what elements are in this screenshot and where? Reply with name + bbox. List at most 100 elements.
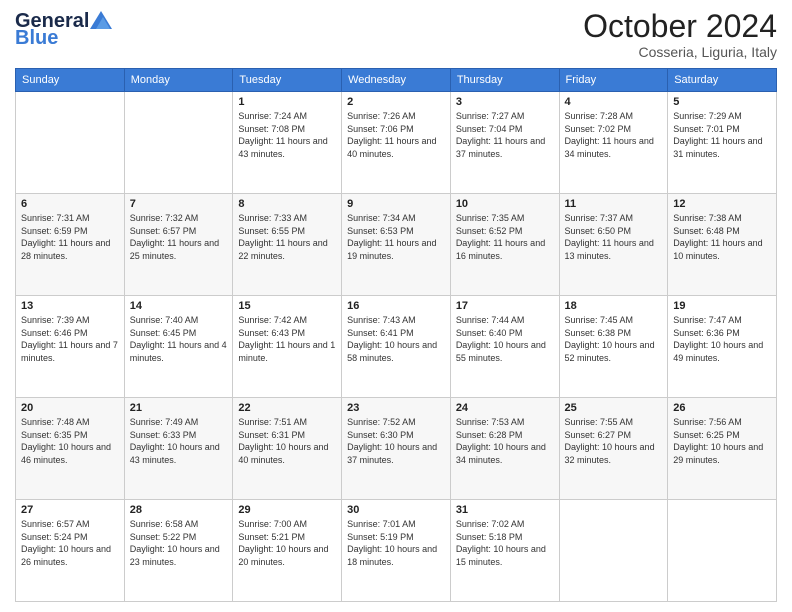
day-number: 8 [238,198,336,210]
day-number: 1 [238,96,336,108]
day-number: 9 [347,198,445,210]
title-block: October 2024 Cosseria, Liguria, Italy [583,10,777,60]
calendar-cell: 25 Sunrise: 7:55 AM Sunset: 6:27 PM Dayli… [559,398,668,500]
calendar-cell: 13 Sunrise: 7:39 AM Sunset: 6:46 PM Dayli… [16,296,125,398]
day-info: Sunrise: 7:48 AM Sunset: 6:35 PM Dayligh… [21,416,119,466]
day-number: 29 [238,504,336,516]
day-number: 27 [21,504,119,516]
calendar-cell: 27 Sunrise: 6:57 AM Sunset: 5:24 PM Dayli… [16,500,125,602]
day-info: Sunrise: 7:39 AM Sunset: 6:46 PM Dayligh… [21,314,119,364]
day-info: Sunrise: 7:56 AM Sunset: 6:25 PM Dayligh… [673,416,771,466]
calendar-cell: 18 Sunrise: 7:45 AM Sunset: 6:38 PM Dayli… [559,296,668,398]
calendar-cell: 29 Sunrise: 7:00 AM Sunset: 5:21 PM Dayli… [233,500,342,602]
day-number: 16 [347,300,445,312]
day-number: 30 [347,504,445,516]
calendar-week-4: 27 Sunrise: 6:57 AM Sunset: 5:24 PM Dayli… [16,500,777,602]
day-number: 12 [673,198,771,210]
calendar-cell: 10 Sunrise: 7:35 AM Sunset: 6:52 PM Dayli… [450,194,559,296]
calendar-cell: 9 Sunrise: 7:34 AM Sunset: 6:53 PM Daylig… [342,194,451,296]
calendar-cell: 14 Sunrise: 7:40 AM Sunset: 6:45 PM Dayli… [124,296,233,398]
day-number: 2 [347,96,445,108]
calendar-cell [668,500,777,602]
calendar-week-1: 6 Sunrise: 7:31 AM Sunset: 6:59 PM Daylig… [16,194,777,296]
day-info: Sunrise: 7:37 AM Sunset: 6:50 PM Dayligh… [565,212,663,262]
calendar-cell: 17Sunrise: 7:44 AM Sunset: 6:40 PM Dayli… [450,296,559,398]
day-number: 25 [565,402,663,414]
day-number: 11 [565,198,663,210]
calendar-cell: 5 Sunrise: 7:29 AM Sunset: 7:01 PM Daylig… [668,92,777,194]
calendar-cell: 4Sunrise: 7:28 AM Sunset: 7:02 PM Daylig… [559,92,668,194]
day-info: Sunrise: 7:51 AM Sunset: 6:31 PM Dayligh… [238,416,336,466]
calendar-cell: 15Sunrise: 7:42 AM Sunset: 6:43 PM Dayli… [233,296,342,398]
day-number: 3 [456,96,554,108]
day-header-sunday: Sunday [16,69,125,92]
day-number: 23 [347,402,445,414]
day-info: Sunrise: 7:31 AM Sunset: 6:59 PM Dayligh… [21,212,119,262]
day-number: 17 [456,300,554,312]
day-number: 7 [130,198,228,210]
day-number: 14 [130,300,228,312]
day-number: 19 [673,300,771,312]
day-info: Sunrise: 7:28 AM Sunset: 7:02 PM Dayligh… [565,110,663,160]
logo-icon [90,11,112,29]
day-header-thursday: Thursday [450,69,559,92]
day-info: Sunrise: 7:26 AM Sunset: 7:06 PM Dayligh… [347,110,445,160]
calendar-cell [124,92,233,194]
day-info: Sunrise: 7:49 AM Sunset: 6:33 PM Dayligh… [130,416,228,466]
day-info: Sunrise: 6:57 AM Sunset: 5:24 PM Dayligh… [21,518,119,568]
calendar-cell: 16 Sunrise: 7:43 AM Sunset: 6:41 PM Dayli… [342,296,451,398]
day-number: 13 [21,300,119,312]
day-info: Sunrise: 7:43 AM Sunset: 6:41 PM Dayligh… [347,314,445,364]
calendar-cell: 21 Sunrise: 7:49 AM Sunset: 6:33 PM Dayli… [124,398,233,500]
day-info: Sunrise: 7:52 AM Sunset: 6:30 PM Dayligh… [347,416,445,466]
day-info: Sunrise: 7:33 AM Sunset: 6:55 PM Dayligh… [238,212,336,262]
day-info: Sunrise: 7:45 AM Sunset: 6:38 PM Dayligh… [565,314,663,364]
day-info: Sunrise: 7:34 AM Sunset: 6:53 PM Dayligh… [347,212,445,262]
day-header-tuesday: Tuesday [233,69,342,92]
day-info: Sunrise: 7:32 AM Sunset: 6:57 PM Dayligh… [130,212,228,262]
calendar-cell [16,92,125,194]
logo-blue: Blue [15,27,58,50]
calendar-cell: 7 Sunrise: 7:32 AM Sunset: 6:57 PM Daylig… [124,194,233,296]
calendar-cell: 8 Sunrise: 7:33 AM Sunset: 6:55 PM Daylig… [233,194,342,296]
day-info: Sunrise: 7:24 AM Sunset: 7:08 PM Dayligh… [238,110,336,160]
logo: General Blue [15,10,112,50]
day-info: Sunrise: 7:00 AM Sunset: 5:21 PM Dayligh… [238,518,336,568]
location: Cosseria, Liguria, Italy [583,44,777,60]
day-number: 24 [456,402,554,414]
day-info: Sunrise: 7:35 AM Sunset: 6:52 PM Dayligh… [456,212,554,262]
day-info: Sunrise: 7:40 AM Sunset: 6:45 PM Dayligh… [130,314,228,364]
day-info: Sunrise: 6:58 AM Sunset: 5:22 PM Dayligh… [130,518,228,568]
day-number: 18 [565,300,663,312]
day-number: 31 [456,504,554,516]
calendar-cell: 28Sunrise: 6:58 AM Sunset: 5:22 PM Dayli… [124,500,233,602]
day-info: Sunrise: 7:53 AM Sunset: 6:28 PM Dayligh… [456,416,554,466]
calendar-cell: 11 Sunrise: 7:37 AM Sunset: 6:50 PM Dayli… [559,194,668,296]
day-header-saturday: Saturday [668,69,777,92]
day-number: 6 [21,198,119,210]
calendar-table: SundayMondayTuesdayWednesdayThursdayFrid… [15,68,777,602]
calendar-header-row: SundayMondayTuesdayWednesdayThursdayFrid… [16,69,777,92]
day-info: Sunrise: 7:27 AM Sunset: 7:04 PM Dayligh… [456,110,554,160]
calendar-cell: 26 Sunrise: 7:56 AM Sunset: 6:25 PM Dayli… [668,398,777,500]
day-info: Sunrise: 7:01 AM Sunset: 5:19 PM Dayligh… [347,518,445,568]
page: General Blue October 2024 Cosseria, Ligu… [0,0,792,612]
day-info: Sunrise: 7:55 AM Sunset: 6:27 PM Dayligh… [565,416,663,466]
calendar-cell: 3 Sunrise: 7:27 AM Sunset: 7:04 PM Daylig… [450,92,559,194]
day-info: Sunrise: 7:29 AM Sunset: 7:01 PM Dayligh… [673,110,771,160]
calendar-cell: 20 Sunrise: 7:48 AM Sunset: 6:35 PM Dayli… [16,398,125,500]
day-number: 5 [673,96,771,108]
day-number: 20 [21,402,119,414]
calendar-cell: 19 Sunrise: 7:47 AM Sunset: 6:36 PM Dayli… [668,296,777,398]
calendar-cell: 1 Sunrise: 7:24 AM Sunset: 7:08 PM Daylig… [233,92,342,194]
day-number: 21 [130,402,228,414]
day-number: 10 [456,198,554,210]
calendar-cell: 2 Sunrise: 7:26 AM Sunset: 7:06 PM Daylig… [342,92,451,194]
calendar-cell: 22Sunrise: 7:51 AM Sunset: 6:31 PM Dayli… [233,398,342,500]
day-number: 26 [673,402,771,414]
header: General Blue October 2024 Cosseria, Ligu… [15,10,777,60]
calendar-cell: 24 Sunrise: 7:53 AM Sunset: 6:28 PM Dayli… [450,398,559,500]
calendar-week-0: 1 Sunrise: 7:24 AM Sunset: 7:08 PM Daylig… [16,92,777,194]
calendar-week-2: 13 Sunrise: 7:39 AM Sunset: 6:46 PM Dayli… [16,296,777,398]
day-info: Sunrise: 7:47 AM Sunset: 6:36 PM Dayligh… [673,314,771,364]
